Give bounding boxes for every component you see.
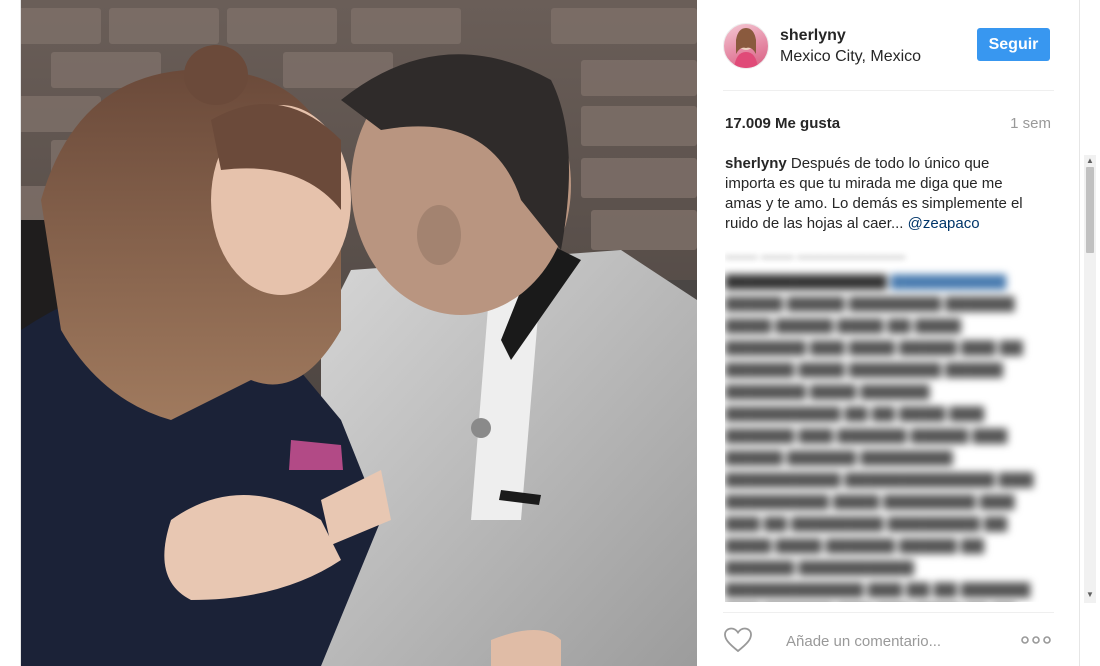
blurred-comment: ▇▇▇▇▇▇▇▇▇▇▇▇▇▇ ▇▇▇▇▇▇▇▇▇▇ ▇▇▇▇▇ ▇▇▇▇▇ ▇▇…: [725, 273, 1034, 598]
more-options-icon[interactable]: [1020, 630, 1052, 650]
username[interactable]: sherlyny: [780, 27, 846, 45]
follow-button[interactable]: Seguir: [977, 28, 1050, 61]
post-timestamp[interactable]: 1 sem: [1010, 115, 1051, 132]
post-header: sherlyny Mexico City, Mexico Seguir: [698, 0, 1079, 90]
caption-author[interactable]: sherlyny: [725, 155, 787, 172]
avatar-image: [734, 28, 758, 68]
comment-input[interactable]: [784, 627, 1008, 655]
post-footer: [698, 612, 1079, 666]
comments-scrollbar[interactable]: ▲ ▼: [1084, 155, 1096, 603]
instagram-post: sherlyny Mexico City, Mexico Seguir 17.0…: [20, 0, 1096, 666]
location-link[interactable]: Mexico City, Mexico: [780, 48, 921, 66]
scroll-down-arrow-icon[interactable]: ▼: [1086, 591, 1094, 599]
avatar[interactable]: [723, 23, 769, 69]
header-divider: [723, 90, 1054, 91]
caption-mention[interactable]: @zeapaco: [908, 215, 980, 232]
caption: sherlyny Después de todo lo único que im…: [725, 154, 1035, 234]
post-photo-image: [21, 0, 697, 666]
load-more-comments-link[interactable]: ▁▁▁ ▁▁▁ ▁▁▁▁▁▁▁▁▁▁: [725, 242, 1060, 259]
scrollbar-thumb[interactable]: [1086, 167, 1094, 253]
scroll-up-arrow-icon[interactable]: ▲: [1086, 157, 1094, 165]
post-photo[interactable]: [21, 0, 697, 666]
post-sidebar: sherlyny Mexico City, Mexico Seguir 17.0…: [698, 0, 1096, 666]
heart-icon[interactable]: [724, 627, 752, 653]
likes-count[interactable]: 17.009 Me gusta: [725, 115, 840, 132]
comments-section: sherlyny Después de todo lo único que im…: [725, 154, 1060, 602]
